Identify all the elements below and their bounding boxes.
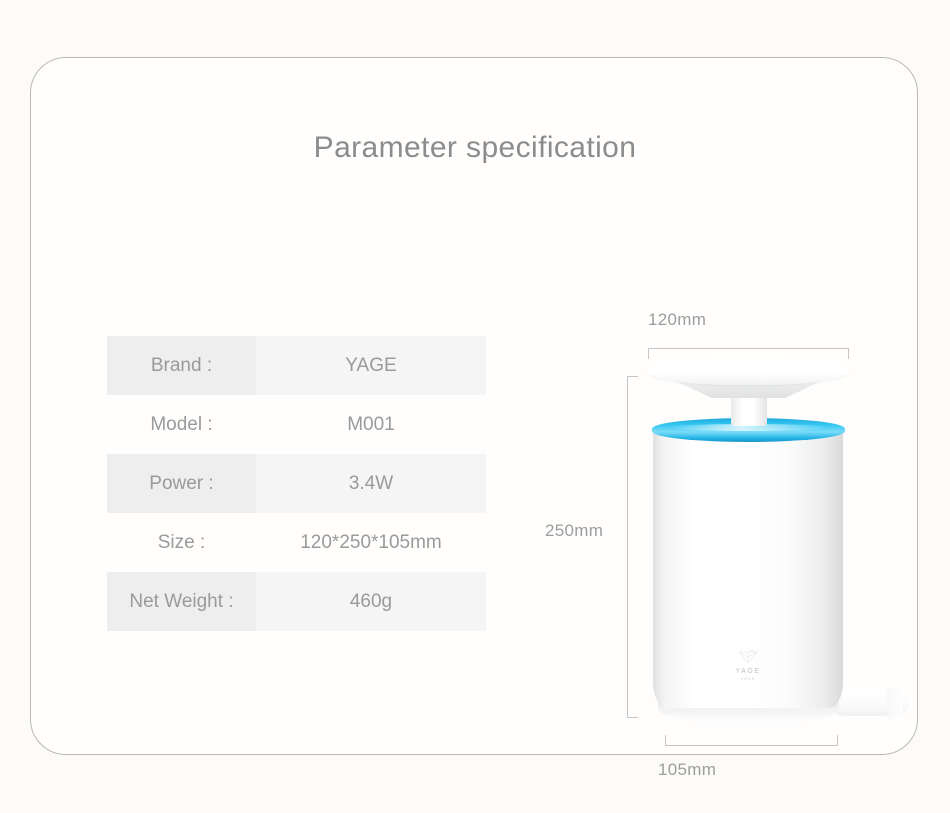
- spec-value: M001: [347, 413, 395, 435]
- brand-sub-text: YAGE: [740, 676, 756, 681]
- spec-card: Parameter specification Brand : YAGE Mod…: [30, 57, 919, 779]
- table-row: Brand : YAGE: [107, 336, 486, 395]
- page-title: Parameter specification: [313, 131, 637, 164]
- table-row: Model : M001: [107, 395, 486, 454]
- spec-table: Brand : YAGE Model : M001 Power : 3.4W S…: [107, 336, 486, 631]
- spec-label: Brand :: [107, 336, 256, 395]
- power-cable-tip: [887, 688, 903, 720]
- table-row: Size : 120*250*105mm: [107, 513, 486, 572]
- spec-label: Size :: [157, 531, 206, 553]
- spec-value: 460g: [256, 572, 486, 631]
- table-row: Power : 3.4W: [107, 454, 486, 513]
- table-row: Net Weight : 460g: [107, 572, 486, 631]
- spec-value: YAGE: [256, 336, 486, 395]
- product-top-cap: [648, 359, 849, 385]
- spec-value: 120*250*105mm: [300, 531, 442, 553]
- spec-value: 3.4W: [256, 454, 486, 513]
- dimension-label-depth: 105mm: [658, 760, 717, 779]
- product-brand-mark: YAGE YAGE: [713, 650, 783, 681]
- product-figure: 120mm 250mm 105mm YAGE YAGE: [501, 248, 919, 779]
- product-image: YAGE YAGE: [501, 248, 919, 748]
- spec-label: Power :: [107, 454, 256, 513]
- spec-label: Model :: [150, 413, 213, 435]
- bird-logo-icon: [738, 650, 758, 664]
- spec-label: Net Weight :: [107, 572, 256, 631]
- brand-name-text: YAGE: [735, 668, 761, 675]
